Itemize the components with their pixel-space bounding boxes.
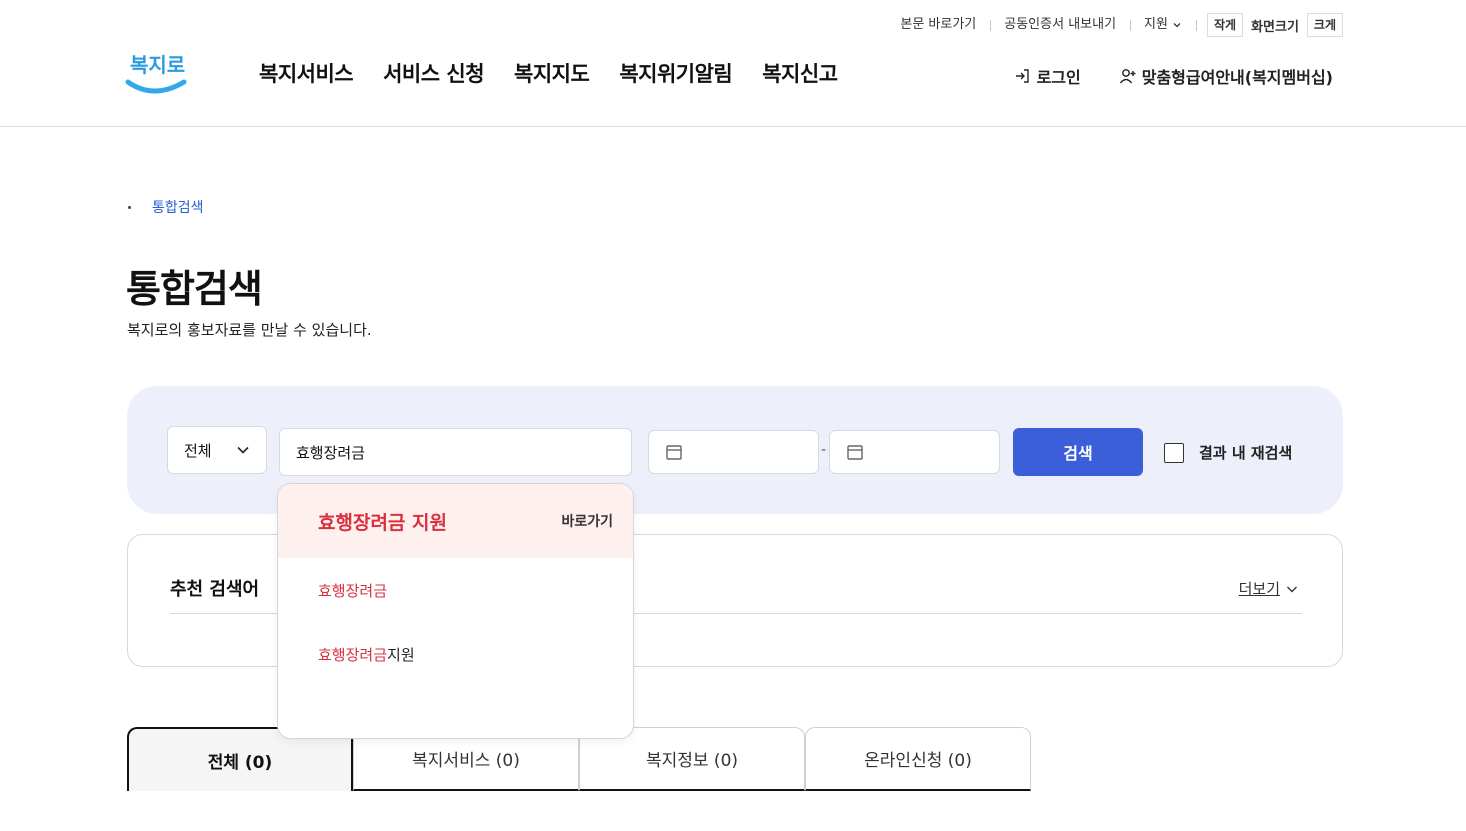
more-label: 더보기 xyxy=(1238,580,1280,598)
site-logo[interactable]: 복지로 xyxy=(124,44,188,100)
checkbox-box[interactable] xyxy=(1164,442,1184,463)
calendar-icon xyxy=(666,445,682,460)
autocomplete-item[interactable]: 효행장려금 xyxy=(278,558,633,622)
category-value: 전체 xyxy=(184,441,212,460)
export-certificate-link[interactable]: 공동인증서 내보내기 xyxy=(990,13,1130,37)
end-date-field[interactable] xyxy=(829,430,1000,474)
search-within-results-label: 결과 내 재검색 xyxy=(1199,444,1293,462)
autocomplete-match: 효행장려금 xyxy=(318,581,388,600)
autocomplete-dropdown: 효행장려금 지원 바로가기 효행장려금 효행장려금 지원 xyxy=(277,483,634,739)
autocomplete-match: 효행장려금 xyxy=(318,645,388,664)
search-within-results-checkbox[interactable]: 결과 내 재검색 xyxy=(1164,442,1292,463)
chevron-down-icon xyxy=(1173,23,1181,28)
chevron-down-icon xyxy=(237,446,249,454)
bokjiro-logo-icon: 복지로 xyxy=(125,53,187,94)
calendar-icon xyxy=(847,445,863,460)
user-add-icon xyxy=(1119,69,1136,84)
more-button[interactable]: 더보기 xyxy=(1239,578,1298,599)
search-button[interactable]: 검색 xyxy=(1013,428,1143,476)
tab-online-application[interactable]: 온라인신청 (0) xyxy=(805,727,1031,791)
language-label: 지원 xyxy=(1144,17,1168,32)
go-shortcut-link[interactable]: 바로가기 xyxy=(561,511,613,531)
login-label: 로그인 xyxy=(1036,68,1081,87)
login-icon xyxy=(1015,69,1029,83)
breadcrumb-bullet xyxy=(128,205,131,209)
category-select[interactable]: 전체 xyxy=(167,426,267,474)
main-navigation: 복지서비스 서비스 신청 복지지도 복지위기알림 복지신고 xyxy=(259,58,838,88)
skip-to-content-link[interactable]: 본문 바로가기 xyxy=(886,13,990,37)
nav-crisis-alert[interactable]: 복지위기알림 xyxy=(619,58,732,88)
font-size-label: 화면크기 xyxy=(1251,19,1299,35)
nav-service-application[interactable]: 서비스 신청 xyxy=(383,58,484,88)
site-header: 본문 바로가기 공동인증서 내보내기 지원 작게 화면크기 크게 복지로 복지서… xyxy=(0,0,1466,127)
page-title: 통합검색 xyxy=(126,267,263,311)
autocomplete-rest: 지원 xyxy=(387,645,415,664)
login-link[interactable]: 로그인 xyxy=(1014,64,1081,88)
utility-bar: 본문 바로가기 공동인증서 내보내기 지원 작게 화면크기 크게 xyxy=(886,13,1343,37)
nav-welfare-services[interactable]: 복지서비스 xyxy=(259,58,354,88)
divider xyxy=(1195,19,1197,31)
language-dropdown[interactable]: 지원 xyxy=(1130,13,1196,37)
search-input[interactable] xyxy=(279,428,632,476)
date-separator: - xyxy=(821,442,827,458)
recommended-keywords-title: 추천 검색어 xyxy=(170,579,260,600)
breadcrumb-current[interactable]: 통합검색 xyxy=(152,197,204,217)
page-description: 복지로의 홍보자료를 만날 수 있습니다. xyxy=(127,321,372,339)
autocomplete-item[interactable]: 효행장려금 지원 xyxy=(278,622,633,686)
font-smaller-button[interactable]: 작게 xyxy=(1206,13,1244,37)
start-date-field[interactable] xyxy=(648,430,819,474)
nav-welfare-map[interactable]: 복지지도 xyxy=(514,58,590,88)
logo-text: 복지로 xyxy=(130,53,185,77)
autocomplete-top-suggestion[interactable]: 효행장려금 지원 바로가기 xyxy=(278,484,633,558)
membership-label: 맞춤형급여안내(복지멤버십) xyxy=(1141,68,1333,87)
nav-welfare-report[interactable]: 복지신고 xyxy=(762,58,838,88)
breadcrumb: 통합검색 xyxy=(128,197,204,217)
membership-link[interactable]: 맞춤형급여안내(복지멤버십) xyxy=(1119,64,1333,88)
auth-links: 로그인 맞춤형급여안내(복지멤버십) xyxy=(1014,64,1333,88)
font-larger-button[interactable]: 크게 xyxy=(1306,13,1343,37)
chevron-down-icon xyxy=(1287,586,1297,592)
top-suggestion-label: 효행장려금 지원 xyxy=(318,511,447,534)
